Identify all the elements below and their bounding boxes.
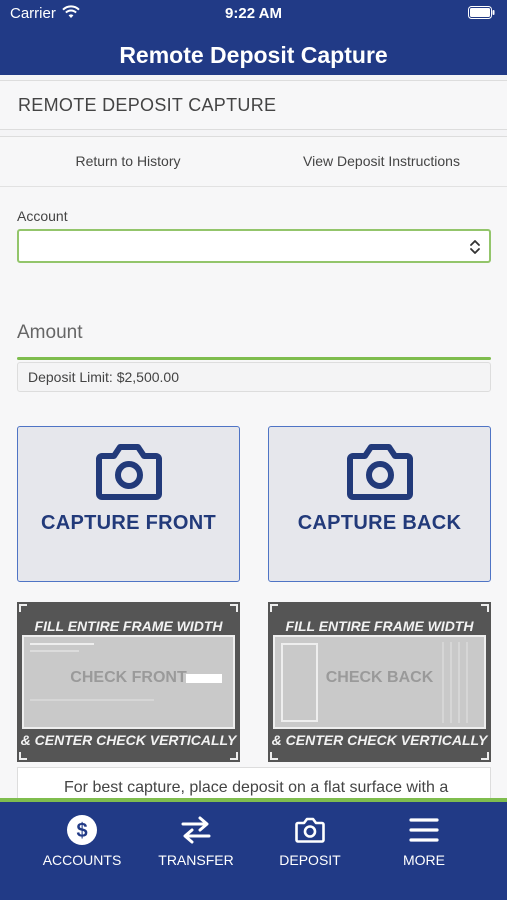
menu-icon bbox=[409, 818, 439, 842]
tab-deposit[interactable]: DEPOSIT bbox=[250, 802, 370, 900]
frame-corner bbox=[230, 752, 238, 760]
capture-front-button[interactable]: CAPTURE FRONT bbox=[17, 426, 240, 582]
deposit-limit-note: Deposit Limit: $2,500.00 bbox=[17, 362, 491, 392]
capture-back-button[interactable]: CAPTURE BACK bbox=[268, 426, 491, 582]
tab-bar: $ ACCOUNTS TRANSFER DEPOSIT MORE bbox=[0, 798, 507, 900]
check-back-text: CHECK BACK bbox=[325, 669, 434, 686]
camera-icon bbox=[295, 817, 325, 843]
frame-corner bbox=[230, 604, 238, 612]
capture-front-label: CAPTURE FRONT bbox=[40, 512, 216, 534]
frame-corner bbox=[481, 604, 489, 612]
guide-top-text: FILL ENTIRE FRAME WIDTH bbox=[285, 618, 474, 634]
tab-more[interactable]: MORE bbox=[364, 802, 484, 900]
capture-back-label: CAPTURE BACK bbox=[297, 512, 462, 534]
camera-icon bbox=[347, 444, 413, 500]
guide-top-text: FILL ENTIRE FRAME WIDTH bbox=[34, 618, 223, 634]
tab-label: MORE bbox=[403, 852, 445, 868]
check-back-guide: FILL ENTIRE FRAME WIDTH CHECK BACK & CEN… bbox=[268, 602, 491, 762]
frame-corner bbox=[270, 752, 278, 760]
amount-underline bbox=[17, 357, 491, 360]
capture-tip-text: For best capture, place deposit on a fla… bbox=[64, 779, 449, 796]
frame-corner bbox=[19, 604, 27, 612]
account-label: Account bbox=[17, 208, 68, 224]
top-bar: Carrier 9:22 AM Remote Deposit Capture bbox=[0, 0, 507, 75]
frame-corner bbox=[270, 604, 278, 612]
frame-corner bbox=[19, 752, 27, 760]
tab-accounts[interactable]: $ ACCOUNTS bbox=[22, 802, 142, 900]
svg-text:$: $ bbox=[76, 820, 87, 842]
transfer-arrows-icon bbox=[181, 816, 211, 844]
check-frame: CHECK FRONT bbox=[22, 635, 235, 729]
view-instructions-link[interactable]: View Deposit Instructions bbox=[256, 153, 507, 169]
nav-title: Remote Deposit Capture bbox=[119, 42, 388, 68]
tab-label: ACCOUNTS bbox=[42, 852, 122, 868]
check-frame: CHECK BACK bbox=[273, 635, 486, 729]
section-title: REMOTE DEPOSIT CAPTURE bbox=[18, 95, 277, 115]
account-select[interactable] bbox=[17, 229, 491, 263]
deposit-form: Return to History View Deposit Instructi… bbox=[0, 136, 507, 816]
chevron-updown-icon bbox=[470, 240, 480, 254]
link-bar: Return to History View Deposit Instructi… bbox=[0, 137, 507, 187]
guide-bottom-text: & CENTER CHECK VERTICALLY bbox=[271, 732, 488, 748]
tab-label: DEPOSIT bbox=[279, 852, 341, 868]
tab-label: TRANSFER bbox=[158, 852, 234, 868]
return-to-history-link[interactable]: Return to History bbox=[0, 153, 256, 169]
check-front-text: CHECK FRONT bbox=[70, 669, 187, 686]
battery-icon bbox=[468, 6, 495, 19]
status-time: 9:22 AM bbox=[225, 5, 282, 22]
guide-bottom-text: & CENTER CHECK VERTICALLY bbox=[20, 732, 237, 748]
section-header: REMOTE DEPOSIT CAPTURE bbox=[0, 80, 507, 130]
amount-input[interactable]: Amount bbox=[17, 322, 82, 344]
camera-icon bbox=[96, 444, 162, 500]
dollar-circle-icon: $ bbox=[67, 815, 97, 845]
frame-corner bbox=[481, 752, 489, 760]
deposit-limit-text: Deposit Limit: $2,500.00 bbox=[28, 369, 179, 385]
tab-transfer[interactable]: TRANSFER bbox=[136, 802, 256, 900]
status-bar: Carrier 9:22 AM bbox=[0, 0, 507, 28]
check-front-guide: FILL ENTIRE FRAME WIDTH CHECK FRONT & CE… bbox=[17, 602, 240, 762]
